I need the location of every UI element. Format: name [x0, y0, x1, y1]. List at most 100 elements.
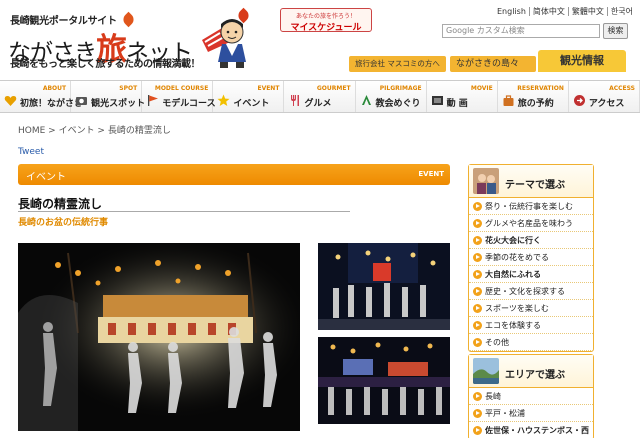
search-button[interactable]: 検索: [603, 23, 628, 39]
theme-link[interactable]: その他: [469, 334, 593, 351]
nav-item-film[interactable]: MOVIE 動 画: [427, 81, 498, 112]
nav-item-label: アクセス: [588, 99, 625, 109]
theme-link-label: 祭り・伝統行事を楽しむ: [485, 202, 573, 211]
lang-english[interactable]: English: [494, 7, 530, 16]
nav-item-sub: MOVIE: [470, 85, 493, 92]
nav-item-label: 旅の予約: [517, 99, 554, 109]
nav-item-sub: GOURMET: [316, 85, 351, 92]
site-tagline: 長崎をもっと楽しく旅するための情報満載！: [10, 59, 201, 70]
theme-link-label: 花火大会に行く: [485, 236, 541, 245]
arrow-circle-icon: [473, 202, 482, 211]
theme-link[interactable]: 大自然にふれる: [469, 266, 593, 283]
nav-item-star[interactable]: EVENT イベント: [213, 81, 285, 112]
theme-link[interactable]: スポーツを楽しむ: [469, 300, 593, 317]
tab-tourism-info[interactable]: 観光情報: [538, 50, 626, 72]
nav-item-heart[interactable]: ABOUT 初旅！ながさき: [0, 81, 83, 112]
area-link[interactable]: 平戸・松浦: [469, 405, 593, 422]
access-icon: [573, 92, 586, 106]
page-subtitle: 長崎のお盆の伝統行事: [18, 218, 109, 228]
nav-item-sub: ABOUT: [42, 85, 67, 92]
nav-item-label: モデルコース: [162, 99, 216, 109]
nav-item-sub: SPOT: [119, 85, 138, 92]
tab-agency-label: 旅行会社 マスコミの方へ: [355, 59, 440, 68]
theme-box: テーマで選ぶ 祭り・伝統行事を楽しむ グルメや名産品を味わう 花火大会に行く 季節の花…: [468, 164, 594, 352]
arrow-circle-icon: [473, 426, 482, 435]
tab-agency-media[interactable]: 旅行会社 マスコミの方へ: [349, 56, 446, 72]
theme-link[interactable]: 花火大会に行く: [469, 232, 593, 249]
area-thumbnail: [473, 358, 499, 384]
arrow-circle-icon: [473, 253, 482, 262]
nav-item-fork[interactable]: GOURMET グルメ: [284, 81, 356, 112]
lang-traditional-chinese[interactable]: 繁體中文: [568, 7, 608, 16]
nav-item-access[interactable]: ACCESS アクセス: [569, 81, 640, 112]
nav-item-label: イベント: [233, 99, 270, 109]
theme-link[interactable]: 歴史・文化を探求する: [469, 283, 593, 300]
nav-item-sub: PILGRIMAGE: [379, 85, 422, 92]
star-icon: [217, 92, 230, 106]
area-link[interactable]: 佐世保・ハウステンボス・西: [469, 422, 593, 438]
lang-korean[interactable]: 한국어: [608, 7, 636, 16]
nav-item-sub: EVENT: [257, 85, 280, 92]
mascot-icon: [202, 19, 246, 68]
nav-item-church[interactable]: PILGRIMAGE 教会めぐり: [356, 81, 427, 112]
fork-icon: [288, 92, 301, 106]
theme-link[interactable]: 祭り・伝統行事を楽しむ: [469, 198, 593, 215]
tab-islands-label: ながさきの島々: [456, 59, 520, 69]
area-box-header: エリアで選ぶ: [469, 355, 593, 388]
language-links: English 简体中文 繁體中文 한국어: [494, 6, 636, 17]
lang-simplified-chinese[interactable]: 简体中文: [529, 7, 569, 16]
arrow-circle-icon: [473, 219, 482, 228]
arrow-circle-icon: [473, 338, 482, 347]
area-link-label: 平戸・松浦: [485, 409, 525, 418]
area-box: エリアで選ぶ 長崎平戸・松浦佐世保・ハウステンボス・西: [468, 354, 594, 438]
theme-box-title: テーマで選ぶ: [505, 180, 565, 191]
side-photo-2: [318, 337, 450, 424]
arrow-circle-icon: [473, 409, 482, 418]
area-box-title: エリアで選ぶ: [505, 370, 565, 381]
arrow-circle-icon: [473, 270, 482, 279]
arrow-circle-icon: [473, 236, 482, 245]
nav-item-sub: RESERVATION: [517, 85, 564, 92]
theme-link-label: 歴史・文化を探求する: [485, 287, 565, 296]
flag-icon: [146, 92, 159, 106]
arrow-circle-icon: [473, 321, 482, 330]
page: 長崎観光ポータルサイト ながさき旅ネット 長崎をもっと楽しく旅するための情報満載…: [0, 0, 640, 438]
category-bar-en: EVENT: [418, 170, 444, 178]
area-link-label: 長崎: [485, 392, 501, 401]
my-schedule-label: マイスケジュール: [290, 23, 362, 33]
heart-icon: [4, 92, 17, 106]
bag-icon: [502, 92, 515, 106]
nav-item-label: 動 画: [446, 99, 468, 109]
area-link-label: 佐世保・ハウステンボス・西: [485, 426, 589, 435]
camera-icon: [75, 92, 88, 105]
area-link[interactable]: 長崎: [469, 388, 593, 405]
breadcrumb[interactable]: HOME > イベント > 長崎の精霊流し: [18, 123, 171, 136]
nav-item-camera[interactable]: SPOT 観光スポット: [71, 81, 146, 112]
page-title: 長崎の精霊流し: [18, 197, 103, 211]
nav-item-bag[interactable]: RESERVATION 旅の予約: [498, 81, 569, 112]
theme-link[interactable]: 季節の花をめでる: [469, 249, 593, 266]
my-schedule-button[interactable]: あなたの旅を作ろう！ マイスケジュール: [280, 8, 372, 33]
theme-link-label: その他: [485, 338, 509, 347]
nav-item-sub: MODEL COURSE: [154, 85, 209, 92]
search-input[interactable]: Google カスタム検索: [442, 24, 600, 38]
arrow-circle-icon: [473, 392, 482, 401]
nav-item-label: 観光スポット: [91, 99, 146, 109]
tweet-link[interactable]: Tweet: [18, 147, 44, 157]
theme-link-label: 季節の花をめでる: [485, 253, 549, 262]
theme-link-label: エコを体験する: [485, 321, 541, 330]
tab-islands[interactable]: ながさきの島々: [450, 56, 536, 72]
side-photo-1: [318, 243, 450, 330]
theme-link[interactable]: グルメや名産品を味わう: [469, 215, 593, 232]
film-icon: [431, 92, 444, 105]
theme-link[interactable]: エコを体験する: [469, 317, 593, 334]
category-bar-title: イベント: [26, 172, 66, 183]
theme-link-label: 大自然にふれる: [485, 270, 541, 279]
category-bar: イベント EVENT: [18, 164, 450, 185]
main-nav: ABOUT 初旅！ながさき SPOT 観光スポット MODEL COURSE モデルコース…: [0, 80, 640, 113]
theme-thumbnail: [473, 168, 499, 194]
title-divider: [18, 211, 350, 212]
nav-item-flag[interactable]: MODEL COURSE モデルコース: [142, 81, 216, 112]
main-photo: [18, 243, 300, 431]
theme-link-label: グルメや名産品を味わう: [485, 219, 573, 228]
